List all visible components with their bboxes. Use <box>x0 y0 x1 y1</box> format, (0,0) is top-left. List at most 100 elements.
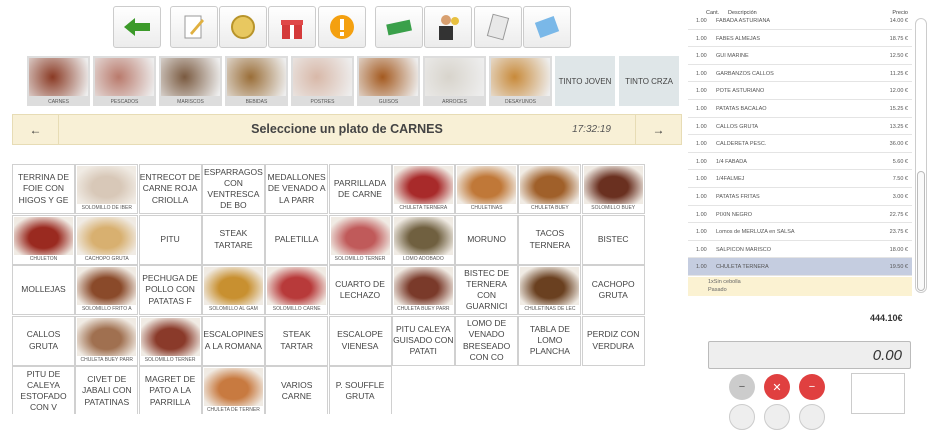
product-button[interactable]: TABLA DE LOMO PLANCHA <box>518 315 582 366</box>
ticket-price: 15.25 € <box>889 106 908 112</box>
gift-button[interactable] <box>268 6 316 48</box>
product-button[interactable]: BISTEC <box>581 214 645 265</box>
calculator-button[interactable] <box>523 6 571 48</box>
product-button[interactable]: BISTEC DE TERNERA CON GUARNICI <box>455 265 519 315</box>
product-button[interactable]: CHULETA DE TERNER <box>201 366 265 414</box>
product-button[interactable]: PARRILLADA DE CARNE <box>328 164 392 214</box>
product-button[interactable]: SOLOMILLO BUEY <box>581 164 645 214</box>
product-button[interactable]: STEAK TARTARE <box>201 214 265 265</box>
product-button[interactable]: PITU DE CALEYA ESTOFADO CON V <box>12 366 75 414</box>
category-tile[interactable]: BEBIDAS <box>225 56 288 106</box>
category-image <box>359 58 418 96</box>
warning-button[interactable] <box>318 6 366 48</box>
product-button[interactable]: CHULETON <box>12 214 75 265</box>
product-button[interactable]: ENTRECOT DE CARNE ROJA CRIOLLA <box>138 164 202 214</box>
product-button[interactable]: ESPARRAGOS CON VENTRESCA DE BO <box>201 164 265 214</box>
product-button[interactable]: TERRINA DE FOIE CON HIGOS Y GE <box>12 164 75 214</box>
product-button[interactable]: MEDALLONES DE VENADO A LA PARR <box>265 164 329 214</box>
product-button[interactable]: CHULETINAS DE LEC <box>518 265 582 315</box>
negate-button[interactable]: − <box>799 374 825 400</box>
product-button[interactable]: VARIOS CARNE <box>265 366 329 414</box>
product-label: TACOS TERNERA <box>529 228 571 250</box>
cash-button[interactable] <box>375 6 423 48</box>
category-tile[interactable]: PESCADOS <box>93 56 156 106</box>
product-button[interactable]: SOLOMILLO AL GAM <box>201 265 265 315</box>
product-button[interactable]: CALLOS GRUTA <box>12 315 75 366</box>
product-button[interactable]: STEAK TARTAR <box>265 315 329 366</box>
ticket-line[interactable]: 1.00 1/4FALMEJ 7.50 € <box>688 170 912 188</box>
calc-button[interactable] <box>764 404 790 430</box>
ticket-qty: 1.00 <box>696 229 707 236</box>
product-button[interactable]: CACHOPO GRUTA <box>581 265 645 315</box>
calc-button[interactable] <box>729 404 755 430</box>
delete-button[interactable]: ✕ <box>764 374 790 400</box>
calc-button[interactable] <box>799 404 825 430</box>
ticket-line[interactable]: 1.00 Lomos de MERLUZA en SALSA 23.75 € <box>688 223 912 241</box>
category-tile[interactable]: GUISOS <box>357 56 420 106</box>
category-tile[interactable]: POSTRES <box>291 56 354 106</box>
product-label: MOLLEJAS <box>21 284 66 295</box>
ticket-line[interactable]: 1.00 PIXIN NEGRO 22.75 € <box>688 206 912 224</box>
product-button[interactable]: ESCALOPE VIENESA <box>328 315 392 366</box>
product-button[interactable]: CACHOPO GRUTA <box>75 214 139 265</box>
back-button[interactable] <box>113 6 161 48</box>
product-button[interactable]: CIVET DE JABALI CON PATATINAS <box>75 366 139 414</box>
category-tinto-crza[interactable]: TINTO CRZA <box>619 56 679 106</box>
ticket-scroll-thumb[interactable] <box>917 171 925 291</box>
product-button[interactable]: SOLOMILLO DE IBER <box>75 164 139 214</box>
product-button[interactable]: CHULETINAS <box>455 164 519 214</box>
product-image <box>393 216 453 255</box>
ticket-line[interactable]: 1.00 POTE ASTURIANO 12.00 € <box>688 82 912 100</box>
next-page-button[interactable]: → <box>635 115 681 144</box>
ticket-line[interactable]: 1.00 1/4 FABADA 5.60 € <box>688 153 912 171</box>
product-button[interactable]: SOLOMILLO TERNER <box>138 315 202 366</box>
product-image <box>330 216 390 255</box>
category-tile[interactable]: CARNES <box>27 56 90 106</box>
category-tinto-joven[interactable]: TINTO JOVEN <box>555 56 615 106</box>
category-image <box>293 58 352 96</box>
product-button[interactable]: SOLOMILLO CARNE <box>265 265 329 315</box>
ticket-line[interactable]: 1.00 CHULETA TERNERA 19.50 € <box>688 258 912 276</box>
product-button[interactable]: MORUNO <box>455 214 519 265</box>
minus-button[interactable]: − <box>729 374 755 400</box>
ticket-line[interactable]: 1.00 CALDERETA PESC. 36.00 € <box>688 135 912 153</box>
product-button[interactable]: CUARTO DE LECHAZO <box>328 265 392 315</box>
product-button[interactable]: PECHUGA DE POLLO CON PATATAS F <box>138 265 202 315</box>
product-button[interactable]: LOMO ADOBADO <box>391 214 455 265</box>
product-button[interactable]: MAGRET DE PATO A LA PARRILLA <box>138 366 202 414</box>
category-tile[interactable]: MARISCOS <box>159 56 222 106</box>
ticket-line[interactable]: 1.00 SALPICON MARISCO 18.00 € <box>688 241 912 259</box>
product-button[interactable]: TACOS TERNERA <box>518 214 582 265</box>
product-button[interactable]: SOLOMILLO FRITO A <box>75 265 139 315</box>
ticket-price: 18.00 € <box>889 246 908 253</box>
ticket-line[interactable]: 1.00 GUI MARINE 12.50 € <box>688 47 912 65</box>
product-button[interactable]: PERDIZ CON VERDURA <box>581 315 645 366</box>
product-button[interactable]: CHULETA BUEY <box>518 164 582 214</box>
ticket-line[interactable]: 1.00 FABES ALMEJAS 18.75 € <box>688 30 912 48</box>
category-tile[interactable]: DESAYUNOS <box>489 56 552 106</box>
receipt-button[interactable] <box>474 6 522 48</box>
waiter-button[interactable] <box>424 6 472 48</box>
category-tile[interactable]: ARROCES <box>423 56 486 106</box>
ticket-line[interactable]: 1.00 CALLOS GRUTA 13.25 € <box>688 118 912 136</box>
product-button[interactable]: CHULETA BUEY PARR <box>391 265 455 315</box>
ticket-line[interactable]: 1.00 PATATAS BACALAO 15.25 € <box>688 100 912 118</box>
product-button[interactable]: ESCALOPINES A LA ROMANA <box>201 315 265 366</box>
product-button[interactable]: PALETILLA <box>265 214 329 265</box>
ticket-line[interactable]: 1.00 PATATAS FRITAS 3.00 € <box>688 188 912 206</box>
product-button[interactable]: SOLOMILLO TERNER <box>328 214 392 265</box>
product-button[interactable]: P. SOUFFLE GRUTA <box>328 366 392 414</box>
product-button[interactable]: CHULETA TERNERA <box>391 164 455 214</box>
ticket-line[interactable]: 1.00 GARBANZOS CALLOS 11.25 € <box>688 65 912 83</box>
edit-button[interactable] <box>170 6 218 48</box>
discount-button[interactable] <box>219 6 267 48</box>
product-button[interactable]: CHULETA BUEY PARR <box>75 315 139 366</box>
product-button[interactable]: MOLLEJAS <box>12 265 75 315</box>
ticket-desc: CHULETA TERNERA <box>716 264 769 271</box>
ticket-scrollbar[interactable] <box>915 18 927 293</box>
product-button[interactable]: PITU CALEYA GUISADO CON PATATI <box>391 315 455 366</box>
ticket-line[interactable]: 1.00 FABADA ASTURIANA 14.00 € <box>688 12 912 30</box>
product-button[interactable]: LOMO DE VENADO BRESEADO CON CO <box>455 315 519 366</box>
product-caption: CHULETINAS <box>456 204 518 213</box>
product-button[interactable]: PITU <box>138 214 202 265</box>
